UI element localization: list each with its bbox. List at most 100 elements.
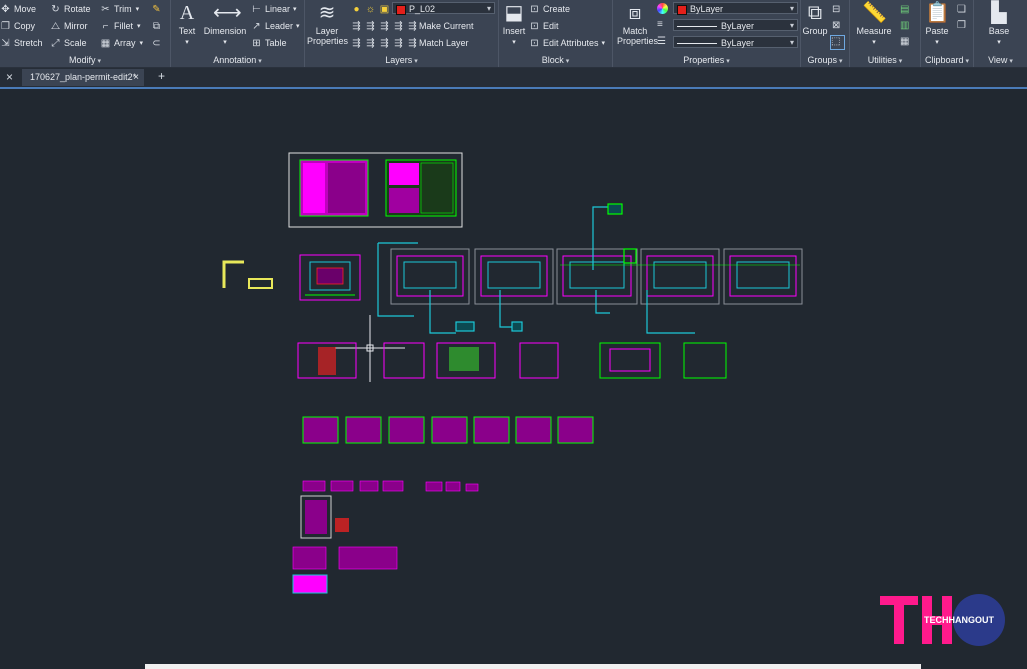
insert-button[interactable]: ⬓ Insert ▾	[501, 2, 527, 48]
paste-button[interactable]: 📋 Paste ▾	[923, 2, 951, 48]
table-button[interactable]: ⊞ Table	[251, 36, 286, 50]
calculator-icon[interactable]: ▦	[900, 36, 909, 47]
ungroup-icon[interactable]: ⊟	[832, 4, 840, 15]
linetype-dropdown[interactable]: ByLayer	[673, 19, 798, 32]
layer-tools-row2[interactable]: ⇶ ⇶ ⇶ ⇶ ⇶	[351, 36, 421, 50]
clipboard-icon: 📋	[925, 2, 950, 24]
techhangout-logo: TECHHANGOUT	[880, 594, 1005, 646]
layer-lock-icon: ⇶	[394, 20, 403, 32]
cut-icon[interactable]: ❏	[957, 4, 966, 15]
edit-attributes-icon: ⊡	[530, 37, 539, 49]
fillet-button[interactable]: ⌐ Fillet ▾	[100, 19, 141, 33]
make-current-icon: ⇶	[408, 20, 417, 32]
small-details[interactable]	[292, 480, 479, 594]
utilities-panel: 📏 Measure ▾ ▤ ▥ ▦ Utilities	[850, 0, 921, 67]
annotation-panel-title[interactable]: Annotation	[171, 55, 304, 65]
groups-panel-title[interactable]: Groups	[801, 55, 849, 65]
quick-select-icon[interactable]: ▤	[900, 4, 909, 15]
scale-button[interactable]: ⤢ Scale	[50, 36, 87, 50]
linear-button[interactable]: ⊢ Linear ▾	[251, 2, 296, 16]
make-current-button[interactable]: Make Current	[419, 19, 474, 33]
trim-icon: ✂	[101, 3, 110, 15]
layer-unisolate-icon: ⇶	[366, 37, 375, 49]
offset-button[interactable]: ⊂	[151, 36, 165, 50]
modify-panel-title[interactable]: Modify	[0, 55, 170, 65]
copy-button[interactable]: ❐ Copy	[0, 19, 35, 33]
layer-tools-row1[interactable]: ⇶ ⇶ ⇶ ⇶ ⇶	[351, 19, 421, 33]
layer-dropdown[interactable]: P_L02	[392, 2, 495, 15]
lightbulb-icon: ●	[353, 3, 360, 15]
stretch-button[interactable]: ⇲ Stretch	[0, 36, 42, 50]
utilities-panel-title[interactable]: Utilities	[850, 55, 920, 65]
measure-button[interactable]: 📏 Measure ▾	[854, 2, 894, 48]
leader-icon: ↗	[252, 20, 261, 32]
base-button[interactable]: ▙ Base ▾	[984, 2, 1014, 48]
tab-document[interactable]: 170627_plan-permit-edit2* ×	[22, 69, 144, 86]
ruler-icon: 📏	[862, 2, 887, 24]
drawing-canvas[interactable]	[0, 90, 1027, 669]
properties-panel: ⧈Match Properties ByLayer ≡ ByLayer ☰ By…	[613, 0, 801, 67]
select-all-icon[interactable]: ▥	[900, 20, 909, 31]
tab-close-icon[interactable]: ×	[133, 69, 139, 86]
text-icon: A	[179, 2, 195, 24]
clipboard-panel-title[interactable]: Clipboard	[921, 55, 973, 65]
pencil-icon: ✎	[152, 3, 161, 15]
modify-panel: ✥ Move ↻ Rotate ✂ Trim ▾ ❐ Copy ⧍ Mirror ⌐ Fill…	[0, 0, 171, 67]
tab-document-label: 170627_plan-permit-edit2*	[30, 72, 137, 82]
command-line-bar[interactable]	[145, 664, 921, 669]
groups-panel: ⧉ Group ⊟ ⊠ ⬚ Groups	[801, 0, 850, 67]
layer-freeze-icon: ⇶	[380, 20, 389, 32]
match-layer-button[interactable]: Match Layer	[419, 36, 469, 50]
block-panel: ⬓ Insert ▾ ⊡ Create ⊡ Edit ⊡ Edit Attributes ▾…	[499, 0, 613, 67]
explode-button[interactable]: ⧉	[151, 19, 165, 33]
create-block-button[interactable]: ⊡ Create	[529, 2, 570, 16]
lineweight-icon: ☰	[657, 36, 666, 47]
color-dropdown[interactable]: ByLayer	[673, 2, 798, 15]
block-panel-title[interactable]: Block	[499, 55, 612, 65]
rotate-icon: ↻	[51, 3, 60, 15]
match-properties-button[interactable]: ⧈ Match Properties	[617, 2, 658, 46]
array-icon: ▦	[100, 37, 111, 49]
match-layer-icon: ⇶	[408, 37, 417, 49]
ribbon: ✥ Move ↻ Rotate ✂ Trim ▾ ❐ Copy ⧍ Mirror ⌐ Fill…	[0, 0, 1027, 68]
edit-block-icon: ⊡	[530, 20, 539, 32]
move-button[interactable]: ✥ Move	[0, 2, 36, 16]
offset-icon: ⊂	[152, 37, 161, 49]
array-button[interactable]: ▦ Array ▾	[100, 36, 143, 50]
yellow-detail[interactable]	[222, 260, 273, 289]
leader-button[interactable]: ↗ Leader ▾	[251, 19, 299, 33]
title-sheet[interactable]	[288, 152, 463, 228]
close-icon[interactable]: ×	[6, 70, 13, 84]
layer-properties-button[interactable]: ≋ Layer Properties	[307, 2, 348, 46]
layer-state-icons[interactable]: ● ☼ ▣	[351, 2, 393, 16]
insert-icon: ⬓	[504, 2, 524, 24]
text-button[interactable]: A Text ▾	[175, 2, 199, 48]
group-edit-icon[interactable]: ⊠	[832, 20, 840, 31]
dimension-button[interactable]: ⟷ Dimension ▾	[203, 2, 247, 48]
group-button[interactable]: ⧉ Group	[802, 2, 828, 36]
properties-panel-title[interactable]: Properties	[613, 55, 800, 65]
group-select-icon[interactable]: ⬚	[830, 35, 845, 50]
trim-button[interactable]: ✂ Trim ▾	[100, 2, 139, 16]
layer-on-icon: ⇶	[352, 37, 361, 49]
color-wheel-icon	[657, 3, 668, 14]
group-icon: ⧉	[807, 2, 823, 24]
copy-clip-icon[interactable]: ❐	[957, 20, 966, 31]
linetype-icon: ≡	[657, 19, 663, 30]
table-icon: ⊞	[252, 37, 261, 49]
mirror-button[interactable]: ⧍ Mirror	[50, 19, 88, 33]
section-sheets[interactable]	[302, 416, 594, 444]
layer-isolate-icon: ⇶	[366, 20, 375, 32]
erase-button[interactable]: ✎	[151, 2, 165, 16]
watermark-text: TECHHANGOUT	[924, 615, 994, 625]
new-tab-icon[interactable]: +	[158, 69, 165, 83]
linear-icon: ⊢	[252, 3, 261, 15]
layers-panel-title[interactable]: Layers	[305, 55, 498, 65]
lineweight-dropdown[interactable]: ByLayer	[673, 36, 798, 49]
edit-attributes-button[interactable]: ⊡ Edit Attributes ▾	[529, 36, 605, 50]
edit-block-button[interactable]: ⊡ Edit	[529, 19, 558, 33]
site-plan[interactable]	[299, 254, 361, 301]
crosshair-cursor	[335, 315, 405, 382]
view-panel-title[interactable]: View	[974, 55, 1027, 65]
rotate-button[interactable]: ↻ Rotate	[50, 2, 90, 16]
